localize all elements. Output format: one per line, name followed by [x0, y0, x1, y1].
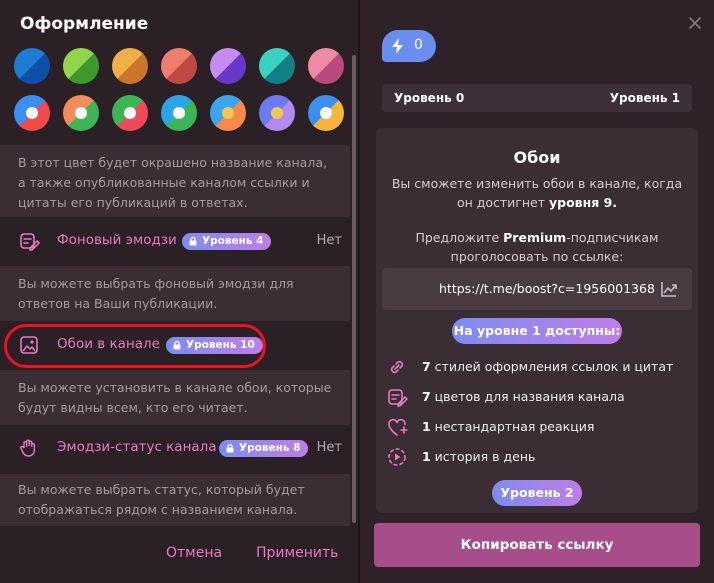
color-swatch[interactable] — [161, 48, 197, 84]
stats-icon[interactable] — [660, 280, 678, 298]
wallpaper-title: Обои — [513, 148, 561, 167]
color-swatch[interactable] — [14, 95, 50, 131]
color-description: В этот цвет будет окрашено название кана… — [0, 145, 350, 217]
swatch-dot — [222, 107, 234, 119]
level-progress: Уровень 0 Уровень 1 — [382, 84, 692, 112]
hand-wave-icon — [20, 439, 36, 457]
swatch-dot — [75, 107, 87, 119]
color-swatch[interactable] — [14, 48, 50, 84]
color-swatch[interactable] — [112, 48, 148, 84]
swatch-dot — [26, 107, 38, 119]
row-emoji-status[interactable]: Эмодзи-статус канала Уровень 8 Нет — [0, 425, 350, 473]
lightning-icon — [392, 38, 403, 54]
swatch-dot — [173, 107, 185, 119]
level-from: Уровень 0 — [394, 91, 465, 105]
lock-icon — [226, 444, 234, 453]
story-play-icon — [388, 448, 406, 466]
color-swatch[interactable] — [63, 48, 99, 84]
color-swatch[interactable] — [210, 95, 246, 131]
wallpaper-description: Вы можете установить в канале обои, кото… — [0, 370, 350, 425]
lock-icon — [189, 237, 197, 246]
panel-title: Оформление — [20, 14, 149, 34]
color-swatch[interactable] — [308, 95, 344, 131]
color-swatch[interactable] — [161, 95, 197, 131]
emoji-status-description: Вы можете выбрать статус, который будет … — [0, 474, 350, 526]
swatch-dot — [124, 107, 136, 119]
level2-pill: Уровень 2 — [492, 480, 582, 506]
scrollbar[interactable] — [352, 55, 356, 523]
boost-link-box[interactable]: https://t.me/boost?c=1956001368 — [382, 268, 692, 310]
color-swatch[interactable] — [63, 95, 99, 131]
color-swatch[interactable] — [259, 95, 295, 131]
row-value: Нет — [316, 440, 342, 455]
level-badge: Уровень 4 — [182, 233, 272, 250]
color-swatch[interactable] — [308, 48, 344, 84]
color-swatch[interactable] — [112, 95, 148, 131]
copy-link-button[interactable]: Копировать ссылку — [374, 523, 700, 567]
level1-pill: На уровне 1 доступны: — [452, 318, 622, 344]
row-label: Фоновый эмодзи — [57, 232, 177, 248]
highlight-outline — [4, 324, 266, 368]
row-value: Нет — [316, 233, 342, 248]
swatch-dot — [271, 107, 283, 119]
level-to: Уровень 1 — [609, 91, 680, 105]
link-icon — [390, 360, 404, 374]
boost-counter: 0 — [382, 30, 436, 62]
apply-button[interactable]: Применить — [256, 545, 338, 561]
level-badge: Уровень 8 — [219, 440, 309, 457]
wallpaper-description: Вы сможете изменить обои в канале, когда… — [391, 176, 683, 210]
row-label: Эмодзи-статус канала — [57, 439, 217, 455]
boost-panel: 0 Уровень 0 Уровень 1 Обои Вы сможете из… — [360, 0, 714, 583]
boost-link[interactable]: https://t.me/boost?c=1956001368 — [439, 281, 655, 296]
close-icon[interactable] — [686, 14, 704, 32]
emoji-pen-icon — [20, 233, 40, 251]
edit-name-icon — [388, 389, 408, 407]
heart-plus-icon — [388, 418, 408, 436]
cancel-button[interactable]: Отмена — [166, 545, 222, 561]
swatch-dot — [320, 107, 332, 119]
row-background-emoji[interactable]: Фоновый эмодзи Уровень 4 Нет — [0, 218, 350, 266]
color-swatch[interactable] — [210, 48, 246, 84]
appearance-panel: Оформление В этот цвет будет окрашено на… — [0, 0, 358, 583]
color-swatch[interactable] — [259, 48, 295, 84]
premium-proposal: Предложите Premium-подписчикам проголосо… — [415, 230, 659, 264]
background-emoji-description: Вы можете выбрать фоновый эмодзи для отв… — [0, 266, 350, 321]
